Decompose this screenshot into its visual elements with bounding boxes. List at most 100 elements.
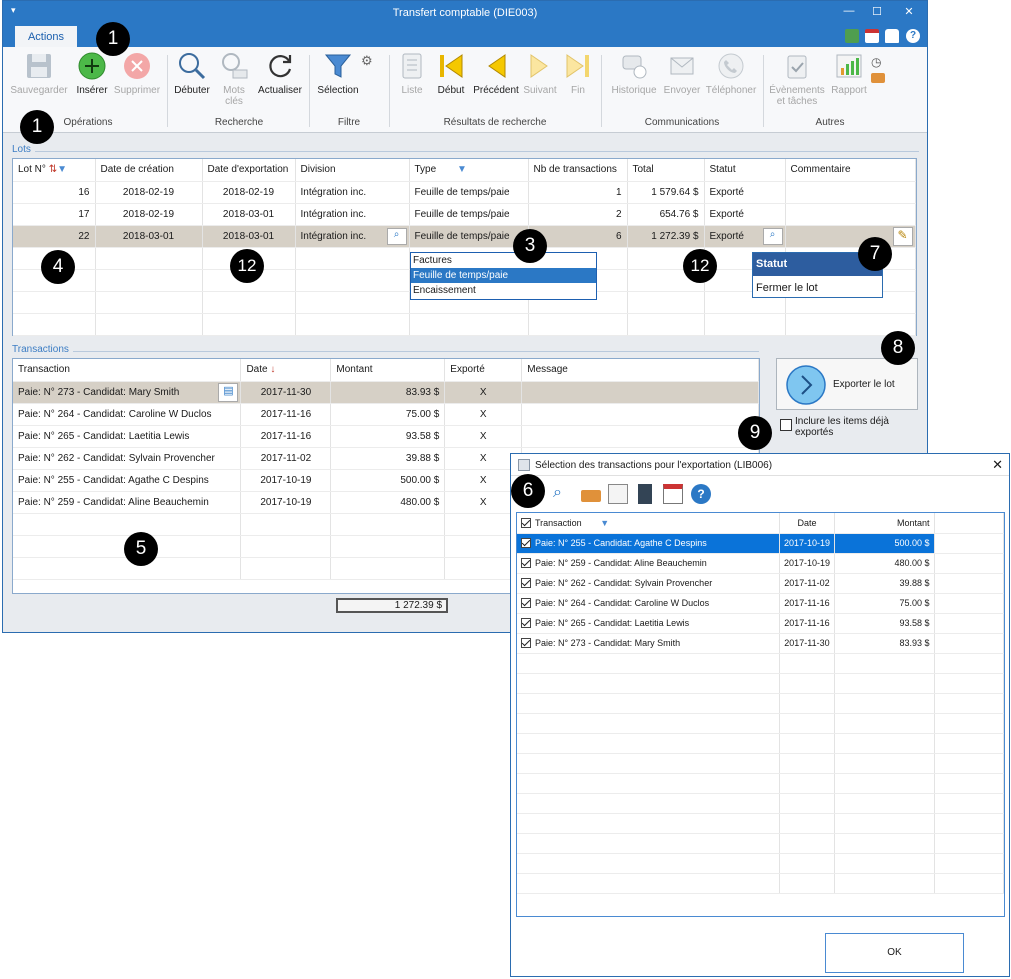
clock-icon[interactable]: ◷	[871, 55, 881, 69]
delete-button[interactable]: Supprimer	[111, 51, 163, 96]
maximize-icon[interactable]: ☐	[867, 5, 887, 18]
table-row[interactable]: Paie: N° 264 - Candidat: Caroline W Ducl…	[13, 403, 759, 426]
division-lookup-magnifier-icon[interactable]: ⌕	[386, 227, 407, 245]
include-exported-checkbox[interactable]	[780, 419, 792, 431]
last-button[interactable]: Fin	[561, 51, 595, 96]
inbox-tray-icon[interactable]	[581, 490, 601, 502]
callout-badge: 12	[683, 249, 717, 283]
open-document-icon[interactable]: ▤	[218, 382, 239, 402]
history-button[interactable]: Historique	[607, 51, 661, 96]
header-statut[interactable]: Statut	[704, 159, 786, 182]
table-row-selected[interactable]: Paie: N° 255 - Candidat: Agathe C Despin…	[517, 533, 1005, 554]
table-row[interactable]: Paie: N° 265 - Candidat: Laetitia Lewis …	[517, 613, 1005, 634]
comment-cell[interactable]	[785, 181, 916, 204]
table-row[interactable]: Paie: N° 265 - Candidat: Laetitia Lewis …	[13, 425, 759, 448]
table-row[interactable]: Paie: N° 264 - Candidat: Caroline W Ducl…	[517, 593, 1005, 614]
tab-actions[interactable]: Actions	[15, 26, 77, 47]
header-montant[interactable]: Montant	[330, 359, 446, 382]
row-checkbox[interactable]	[521, 538, 531, 548]
save-button[interactable]: Sauvegarder	[9, 51, 69, 96]
header-montant[interactable]: Montant	[834, 513, 935, 534]
division-cell[interactable]: Intégration inc. ⌕	[295, 225, 410, 248]
header-commentaire[interactable]: Commentaire	[785, 159, 916, 182]
close-icon[interactable]: ✕	[899, 5, 919, 18]
header-lot-no[interactable]: Lot N° ⇅▼	[13, 159, 96, 182]
table-row[interactable]: Paie: N° 273 - Candidat: Mary Smith 2017…	[517, 633, 1005, 654]
pencil-edit-icon[interactable]: ✎	[892, 226, 913, 246]
insert-button[interactable]: Insérer	[73, 51, 111, 96]
table-row[interactable]: Paie: N° 259 - Candidat: Aline Beauchemi…	[517, 553, 1005, 574]
filter-settings-gear-icon[interactable]: ⚙	[361, 53, 373, 69]
dialog-header-row: Transaction ▼ Date Montant	[517, 513, 1005, 534]
type-cell[interactable]: Feuille de temps/paie	[409, 225, 529, 248]
inbox-tray-icon[interactable]	[871, 73, 885, 83]
header-date[interactable]: Date	[779, 513, 836, 534]
lock-icon[interactable]	[885, 29, 899, 43]
nb-transactions-cell: 2	[528, 203, 628, 226]
calendar-icon[interactable]	[663, 484, 683, 504]
table-row-selected[interactable]: 22 2018-03-01 2018-03-01 Intégration inc…	[13, 225, 916, 248]
header-nb-transactions[interactable]: Nb de transactions	[528, 159, 628, 182]
header-exporte[interactable]: Exporté	[444, 359, 523, 382]
header-type[interactable]: Type ▼	[409, 159, 529, 182]
previous-button[interactable]: Précédent	[471, 51, 521, 96]
header-message[interactable]: Message	[521, 359, 759, 382]
status-lookup-magnifier-icon[interactable]: ⌕	[762, 227, 783, 245]
header-date-exportation[interactable]: Date d'exportation	[202, 159, 296, 182]
dropdown-option[interactable]: Factures	[411, 253, 596, 268]
row-checkbox[interactable]	[521, 558, 531, 568]
dropdown-option[interactable]: Encaissement	[411, 283, 596, 298]
help-icon[interactable]: ?	[691, 484, 711, 504]
list-button[interactable]: Liste	[395, 51, 429, 96]
start-search-button[interactable]: Débuter	[171, 51, 213, 96]
row-checkbox[interactable]	[521, 578, 531, 588]
type-dropdown-list: Factures Feuille de temps/paie Encaissem…	[410, 252, 597, 300]
row-checkbox[interactable]	[521, 598, 531, 608]
transaction-message	[521, 403, 759, 426]
header-date[interactable]: Date ↓	[240, 359, 332, 382]
search-next-icon[interactable]: ⌕	[553, 484, 573, 504]
table-row[interactable]: Paie: N° 262 - Candidat: Sylvain Provenc…	[517, 573, 1005, 594]
close-lot-menu-item[interactable]: Fermer le lot	[753, 276, 882, 294]
row-checkbox[interactable]	[521, 638, 531, 648]
calculator-icon[interactable]	[638, 484, 652, 504]
events-tasks-button[interactable]: Évènements et tâches	[767, 51, 827, 107]
header-date-creation[interactable]: Date de création	[95, 159, 203, 182]
comment-cell[interactable]: ✎	[785, 225, 916, 248]
send-button[interactable]: Envoyer	[662, 51, 702, 96]
status-cell[interactable]: Exporté ⌕	[704, 225, 786, 248]
report-button[interactable]: Rapport	[827, 51, 871, 96]
keywords-button[interactable]: Mots clés	[215, 51, 253, 107]
calendar-icon[interactable]	[865, 29, 879, 43]
comment-cell[interactable]	[785, 203, 916, 226]
select-all-checkbox[interactable]	[521, 517, 531, 528]
transaction-date: 2017-11-30	[240, 381, 332, 404]
minimize-icon[interactable]: —	[839, 5, 859, 17]
dropdown-option-selected[interactable]: Feuille de temps/paie	[411, 268, 596, 283]
table-row-empty	[517, 793, 1005, 814]
table-row[interactable]: 16 2018-02-19 2018-02-19 Intégration inc…	[13, 181, 916, 204]
refresh-button[interactable]: Actualiser	[255, 51, 305, 96]
export-lot-button[interactable]: Exporter le lot	[776, 358, 918, 410]
lot-number: 22	[13, 225, 96, 248]
header-transaction[interactable]: Transaction ▼	[517, 513, 780, 534]
group-label-communications: Communications	[644, 117, 720, 128]
table-row-selected[interactable]: Paie: N° 273 - Candidat: Mary Smith ▤ 201…	[13, 381, 759, 404]
table-row[interactable]: 17 2018-02-19 2018-03-01 Intégration inc…	[13, 203, 916, 226]
phone-button[interactable]: Téléphoner	[703, 51, 759, 96]
header-transaction[interactable]: Transaction	[13, 359, 242, 382]
header-division[interactable]: Division	[295, 159, 410, 182]
dialog-close-icon[interactable]: ✕	[992, 457, 1003, 473]
first-button[interactable]: Début	[433, 51, 469, 96]
report-chart-icon[interactable]	[608, 484, 628, 504]
next-button[interactable]: Suivant	[521, 51, 559, 96]
calculator-icon[interactable]	[845, 29, 859, 43]
title-bar: ▾ Transfert comptable (DIE003) — ☐ ✕	[3, 1, 927, 25]
header-total[interactable]: Total	[627, 159, 705, 182]
ok-button[interactable]: OK	[825, 933, 964, 973]
selection-filter-button[interactable]: Sélection	[313, 51, 363, 96]
row-checkbox[interactable]	[521, 618, 531, 628]
lots-header-row: Lot N° ⇅▼ Date de création Date d'export…	[13, 159, 916, 182]
help-icon[interactable]: ?	[906, 29, 920, 43]
transaction-exported: X	[444, 381, 523, 404]
